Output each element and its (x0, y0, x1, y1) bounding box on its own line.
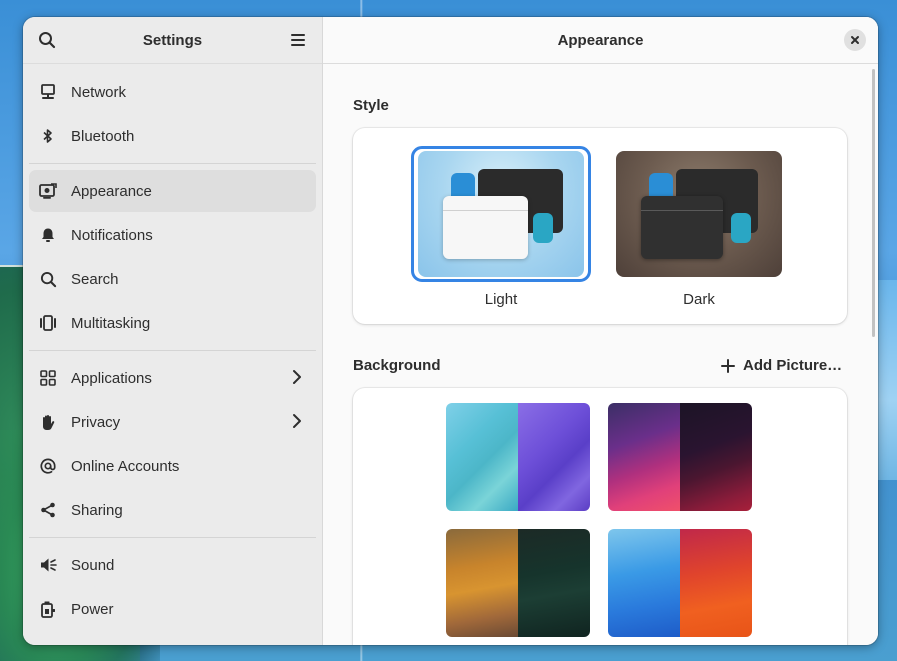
applications-icon (38, 368, 58, 388)
close-button[interactable] (844, 29, 866, 51)
style-option-dark[interactable]: Dark (616, 151, 782, 308)
add-picture-label: Add Picture… (743, 357, 843, 374)
page-title: Appearance (557, 31, 644, 49)
sidebar-item-label: Privacy (71, 413, 121, 431)
sidebar-separator (29, 350, 316, 351)
search-icon (39, 32, 56, 49)
sidebar-item-label: Notifications (71, 226, 153, 244)
sidebar-item-label: Bluetooth (71, 127, 135, 145)
main-menu-button[interactable] (286, 28, 310, 52)
sidebar-item-power[interactable]: Power (29, 588, 316, 630)
appearance-icon (38, 181, 58, 201)
style-option-light[interactable]: Light (418, 151, 584, 308)
sidebar-item-label: Search (71, 270, 119, 288)
dark-style-preview (616, 151, 782, 277)
sidebar-item-label: Applications (71, 369, 152, 387)
power-plug-icon (38, 599, 58, 619)
sidebar-item-appearance[interactable]: Appearance (29, 170, 316, 212)
close-icon (851, 36, 859, 44)
background-card (353, 388, 847, 645)
sidebar: Settings Network Bluetooth Appearance No… (23, 17, 323, 645)
sidebar-item-network[interactable]: Network (29, 71, 316, 113)
sidebar-item-label: Multitasking (71, 314, 151, 332)
scrollbar[interactable] (872, 69, 875, 337)
style-option-label: Dark (683, 291, 715, 308)
sidebar-item-bluetooth[interactable]: Bluetooth (29, 115, 316, 157)
sidebar-item-label: Sharing (71, 501, 123, 519)
sidebar-separator (29, 163, 316, 164)
sidebar-item-label: Sound (71, 556, 115, 574)
search-button[interactable] (35, 28, 59, 52)
search-icon (38, 269, 58, 289)
sidebar-item-multitasking[interactable]: Multitasking (29, 302, 316, 344)
style-option-label: Light (484, 291, 518, 308)
sidebar-item-sharing[interactable]: Sharing (29, 489, 316, 531)
light-style-preview (418, 151, 584, 277)
network-icon (38, 82, 58, 102)
sidebar-title: Settings (142, 31, 203, 49)
wallpaper-thumbnail[interactable] (608, 529, 752, 637)
plus-icon (721, 358, 735, 373)
wallpaper-thumbnail[interactable] (446, 403, 590, 511)
sidebar-item-label: Network (71, 83, 127, 101)
sidebar-item-applications[interactable]: Applications (29, 357, 316, 399)
wallpaper-thumbnail[interactable] (608, 403, 752, 511)
speaker-icon (38, 555, 58, 575)
at-sign-icon (38, 456, 58, 476)
share-icon (38, 500, 58, 520)
content-pane: Appearance Style Light Dark Background A… (323, 17, 878, 645)
sidebar-item-label: Power (71, 600, 114, 618)
style-card: Light Dark (353, 128, 847, 324)
sidebar-separator (29, 537, 316, 538)
sidebar-item-notifications[interactable]: Notifications (29, 214, 316, 256)
bell-icon (38, 225, 58, 245)
style-section-label: Style (353, 97, 389, 114)
sidebar-item-search[interactable]: Search (29, 258, 316, 300)
sidebar-header: Settings (23, 17, 322, 64)
bluetooth-icon (38, 126, 58, 146)
settings-window: Settings Network Bluetooth Appearance No… (23, 17, 878, 645)
add-picture-button[interactable]: Add Picture… (721, 357, 842, 374)
sidebar-item-online-accounts[interactable]: Online Accounts (29, 445, 316, 487)
hand-icon (38, 412, 58, 432)
sidebar-item-sound[interactable]: Sound (29, 544, 316, 586)
sidebar-list: Network Bluetooth Appearance Notificatio (23, 64, 322, 630)
content-header: Appearance (323, 17, 878, 64)
wallpaper-thumbnail[interactable] (446, 529, 590, 637)
multitasking-icon (38, 313, 58, 333)
sidebar-item-privacy[interactable]: Privacy (29, 401, 316, 443)
chevron-right-icon (292, 369, 302, 389)
chevron-right-icon (292, 413, 302, 433)
sidebar-item-label: Online Accounts (71, 457, 180, 475)
background-section-label: Background (353, 357, 441, 374)
hamburger-menu-icon (291, 34, 305, 46)
sidebar-item-label: Appearance (71, 182, 152, 200)
